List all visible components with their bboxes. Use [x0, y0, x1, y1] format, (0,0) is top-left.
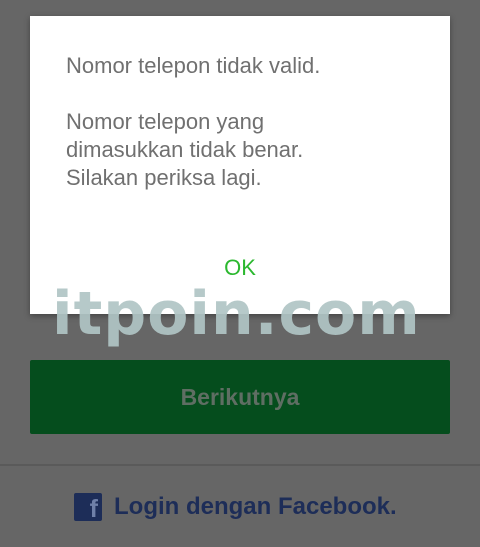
alert-dialog: Nomor telepon tidak valid. Nomor telepon…	[30, 16, 450, 314]
facebook-icon-glyph: f	[89, 495, 98, 523]
next-button[interactable]: Berikutnya	[30, 360, 450, 434]
dialog-message: Nomor telepon yang dimasukkan tidak bena…	[66, 109, 304, 190]
facebook-login-label: Login dengan Facebook.	[114, 493, 397, 520]
divider	[0, 464, 480, 466]
dialog-title: Nomor telepon tidak valid.	[66, 53, 321, 78]
facebook-icon: f	[74, 493, 102, 523]
ok-button[interactable]: OK	[200, 248, 280, 288]
facebook-login-link[interactable]: f Login dengan Facebook.	[74, 490, 397, 524]
